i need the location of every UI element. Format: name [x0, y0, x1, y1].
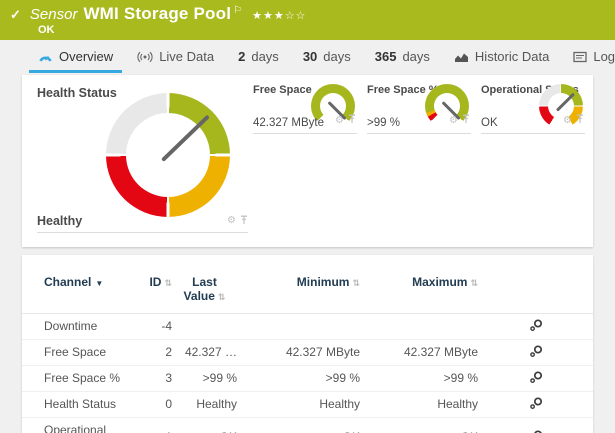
tab-label: days: [251, 49, 279, 64]
tab-number: 30: [302, 49, 318, 64]
tab-label: Overview: [59, 49, 114, 64]
sensor-header: ✓ Sensor WMI Storage Pool ⚐ ★★★☆☆ OK: [0, 0, 615, 40]
table-row-health-status: Health Status 0 Healthy Healthy Healthy: [22, 391, 593, 418]
table-row-downtime: Downtime -4: [22, 313, 593, 340]
priority-stars[interactable]: ★★★☆☆: [252, 9, 306, 22]
pin-icon[interactable]: [462, 111, 470, 129]
tab-label: Live Data: [159, 49, 215, 64]
pin-icon[interactable]: [348, 111, 356, 129]
column-header-settings: [478, 269, 593, 314]
gauges-panel: Health Status Healthy ⚙ Free Space 42.32…: [22, 75, 593, 247]
channel-name[interactable]: Health Status: [22, 391, 142, 418]
channel-minimum: OK: [237, 417, 360, 433]
channel-gear-icon[interactable]: ⚙: [563, 115, 572, 126]
channel-settings-button[interactable]: [478, 417, 593, 433]
channel-name[interactable]: Operational Status: [22, 417, 142, 433]
channel-minimum: >99 %: [237, 365, 360, 392]
channel-id: 2: [142, 339, 172, 366]
channel-gear-icon[interactable]: ⚙: [227, 215, 236, 226]
column-header-maximum[interactable]: Maximum ⇅: [360, 269, 478, 314]
channel-last-value: Healthy: [172, 391, 237, 418]
table-row-free-space-pct: Free Space % 3 >99 % >99 % >99 %: [22, 365, 593, 392]
sort-icon: ⇅: [217, 293, 226, 303]
channel-gear-icon[interactable]: ⚙: [449, 115, 458, 126]
channel-last-value: >99 %: [172, 365, 237, 392]
tab-bar: Overview Live Data 2 days 30 days 365 da…: [0, 40, 615, 73]
tab-overview[interactable]: Overview: [26, 40, 125, 73]
operational-status-tile: Operational Status OK ⚙: [481, 83, 585, 134]
sensor-page: ✓ Sensor WMI Storage Pool ⚐ ★★★☆☆ OK Ove…: [0, 0, 615, 433]
channel-maximum: Healthy: [360, 391, 478, 418]
channels-panel: Channel ▼ ID ⇅ Last Value ⇅ Minimum ⇅ Maximu…: [22, 255, 593, 433]
channel-gear-icon[interactable]: ⚙: [335, 115, 344, 126]
mini-gauge-value: OK: [481, 117, 498, 129]
tab-365-days[interactable]: 365 days: [363, 40, 442, 73]
channel-name[interactable]: Free Space %: [22, 365, 142, 392]
sensor-title: WMI Storage Pool: [83, 4, 232, 23]
tab-number: 2: [238, 49, 246, 64]
column-header-last-value[interactable]: Last Value ⇅: [172, 269, 237, 314]
mini-gauge-value: 42.327 MByte: [253, 117, 324, 129]
channel-minimum: [237, 313, 360, 340]
tab-label: Log: [593, 49, 615, 64]
sort-icon: ⇅: [470, 279, 478, 289]
channel-maximum: 42.327 MByte: [360, 339, 478, 366]
sensor-status-text: OK: [38, 24, 55, 36]
channel-maximum: >99 %: [360, 365, 478, 392]
tab-2-days[interactable]: 2 days: [226, 40, 291, 73]
object-kind-label: Sensor: [29, 6, 78, 23]
main-gauge-value: Healthy: [37, 213, 83, 228]
channel-last-value: [172, 313, 237, 340]
free-space-pct-tile: Free Space % >99 % ⚙: [367, 83, 471, 134]
column-header-channel[interactable]: Channel ▼: [22, 269, 142, 314]
table-row-free-space: Free Space 2 42.327 … 42.327 MByte 42.32…: [22, 339, 593, 366]
tab-live-data[interactable]: Live Data: [125, 40, 226, 73]
channel-maximum: OK: [360, 417, 478, 433]
tab-label: days: [323, 49, 351, 64]
log-icon: [573, 51, 587, 63]
health-status-gauge: [106, 93, 230, 217]
table-row-operational-status: Operational Status 1 OK OK OK: [22, 417, 593, 433]
table-header-row: Channel ▼ ID ⇅ Last Value ⇅ Minimum ⇅ Maximu…: [22, 269, 593, 314]
mini-gauge-value: >99 %: [367, 117, 400, 129]
channel-settings-button[interactable]: [478, 365, 593, 392]
channel-settings-button[interactable]: [478, 339, 593, 366]
channel-minimum: Healthy: [237, 391, 360, 418]
tab-30-days[interactable]: 30 days: [291, 40, 363, 73]
tab-historic-data[interactable]: Historic Data: [442, 40, 561, 73]
tab-number: 365: [374, 49, 397, 64]
channel-name[interactable]: Downtime: [22, 313, 142, 340]
gauge-icon: [38, 51, 53, 63]
channel-settings-button[interactable]: [478, 313, 593, 340]
channel-settings-button[interactable]: [478, 391, 593, 418]
channel-last-value: 42.327 …: [172, 339, 237, 366]
status-check-icon: ✓: [10, 7, 21, 22]
column-header-id[interactable]: ID ⇅: [142, 269, 172, 314]
chart-icon: [454, 51, 469, 63]
channel-name[interactable]: Free Space: [22, 339, 142, 366]
column-header-minimum[interactable]: Minimum ⇅: [237, 269, 360, 314]
free-space-tile: Free Space 42.327 MByte ⚙: [253, 83, 357, 134]
channel-minimum: 42.327 MByte: [237, 339, 360, 366]
main-gauge-title: Health Status: [37, 86, 117, 100]
sort-desc-icon: ▼: [95, 279, 104, 288]
tab-label: days: [402, 49, 430, 64]
channel-id: -4: [142, 313, 172, 340]
signal-icon: [137, 51, 153, 63]
channel-maximum: [360, 313, 478, 340]
sort-icon: ⇅: [164, 279, 172, 289]
channels-table: Channel ▼ ID ⇅ Last Value ⇅ Minimum ⇅ Maximu…: [22, 269, 593, 433]
channel-last-value: OK: [172, 417, 237, 433]
pin-icon[interactable]: [576, 111, 584, 129]
channel-id: 0: [142, 391, 172, 418]
channel-id: 3: [142, 365, 172, 392]
pin-icon[interactable]: [240, 212, 248, 230]
sort-icon: ⇅: [352, 279, 360, 289]
flag-icon[interactable]: ⚐: [233, 5, 242, 16]
channel-id: 1: [142, 417, 172, 433]
tab-log[interactable]: Log: [561, 40, 615, 73]
tab-label: Historic Data: [474, 49, 550, 64]
mini-gauge-title: Free Space: [253, 84, 312, 96]
